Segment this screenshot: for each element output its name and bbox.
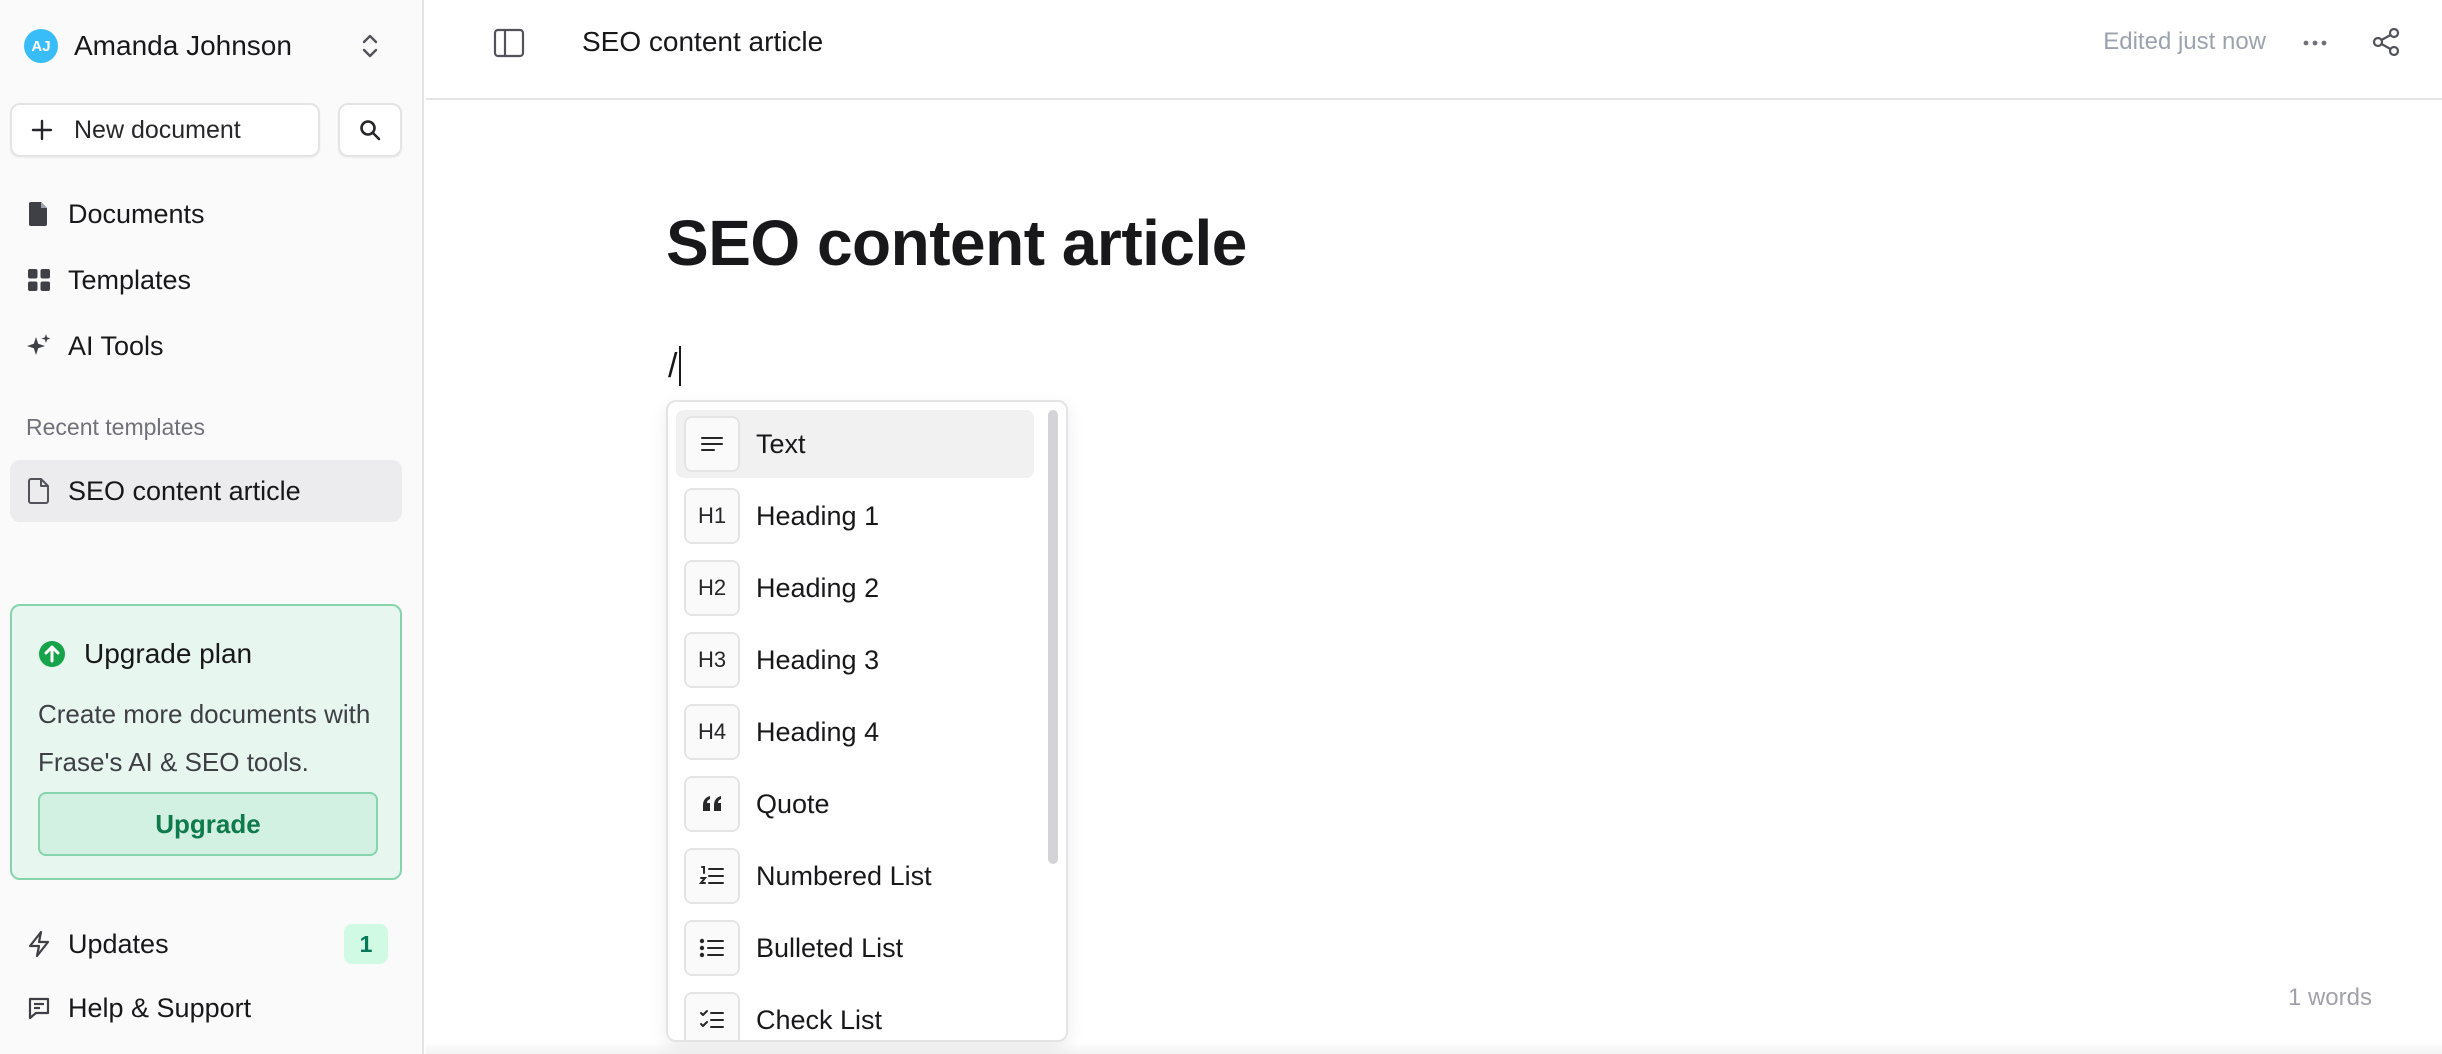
editor-input-line[interactable]: / [668, 346, 682, 386]
bottom-shadow [426, 1042, 2442, 1054]
slash-command-menu: Text H1 Heading 1 H2 Heading 2 H3 Headin… [666, 400, 1068, 1042]
sidebar-item-label: Updates [68, 928, 169, 959]
menu-item-label: Text [756, 428, 806, 459]
sidebar: AJ Amanda Johnson New document Documents… [0, 0, 424, 1054]
more-horizontal-icon[interactable] [2300, 28, 2330, 58]
new-document-button[interactable]: New document [10, 103, 320, 157]
lightning-icon [26, 931, 52, 957]
sidebar-item-label: Help & Support [68, 992, 252, 1023]
sidebar-item-label: Documents [68, 198, 205, 229]
menu-item-label: Bulleted List [756, 932, 904, 963]
menu-item-bulleted-list[interactable]: Bulleted List [676, 914, 1034, 982]
menu-item-quote[interactable]: Quote [676, 770, 1034, 838]
plus-icon [31, 119, 53, 141]
avatar: AJ [24, 29, 58, 63]
text-caret [679, 346, 682, 386]
message-square-icon [26, 995, 52, 1021]
user-name: Amanda Johnson [74, 30, 292, 61]
editor-input-text: / [668, 346, 678, 385]
sidebar-item-templates[interactable]: Templates [10, 252, 402, 308]
heading-4-icon: H4 [684, 704, 740, 760]
heading-1-icon: H1 [684, 488, 740, 544]
sidebar-item-label: AI Tools [68, 330, 164, 361]
align-left-icon [684, 416, 740, 472]
menu-item-label: Heading 1 [756, 500, 880, 531]
grid-icon [26, 267, 52, 293]
sidebar-item-label: Templates [68, 264, 192, 295]
document-header: SEO content article Edited just now [426, 0, 2442, 100]
menu-item-label: Heading 4 [756, 716, 880, 747]
workspace-switcher[interactable]: AJ Amanda Johnson [24, 20, 394, 72]
quote-icon [684, 776, 740, 832]
arrow-up-circle-icon [39, 641, 65, 667]
menu-item-heading-3[interactable]: H3 Heading 3 [676, 626, 1034, 694]
upgrade-description: Create more documents with Frase's AI & … [38, 699, 371, 777]
menu-item-label: Quote [756, 788, 830, 819]
upgrade-button[interactable]: Upgrade [38, 792, 378, 856]
file-outline-icon [26, 478, 52, 504]
updates-count-badge: 1 [344, 924, 388, 964]
file-icon [26, 201, 52, 227]
new-document-label: New document [74, 115, 241, 144]
search-icon [360, 120, 381, 141]
menu-item-label: Numbered List [756, 860, 932, 891]
edited-status: Edited just now [2103, 28, 2266, 55]
heading-3-icon: H3 [684, 632, 740, 688]
sidebar-toggle-icon[interactable] [492, 26, 526, 60]
upgrade-title: Upgrade plan [38, 638, 252, 670]
recent-template-item[interactable]: SEO content article [10, 460, 402, 522]
menu-item-label: Check List [756, 1004, 883, 1035]
upgrade-title-label: Upgrade plan [84, 638, 253, 669]
menu-item-heading-1[interactable]: H1 Heading 1 [676, 482, 1034, 550]
menu-item-label: Heading 2 [756, 572, 880, 603]
menu-scrollbar[interactable] [1048, 410, 1058, 864]
search-button[interactable] [338, 103, 402, 157]
check-list-icon [684, 992, 740, 1040]
heading-2-icon: H2 [684, 560, 740, 616]
menu-item-label: Heading 3 [756, 644, 880, 675]
chevron-up-down-icon [362, 34, 378, 58]
sparkles-icon [26, 333, 52, 359]
recent-templates-heading: Recent templates [26, 414, 205, 440]
menu-item-check-list[interactable]: Check List [676, 986, 1034, 1040]
menu-item-heading-2[interactable]: H2 Heading 2 [676, 554, 1034, 622]
header-document-title: SEO content article [582, 26, 824, 57]
upgrade-card: Upgrade plan Create more documents with … [10, 604, 402, 880]
menu-item-numbered-list[interactable]: Numbered List [676, 842, 1034, 910]
word-count: 1 words [2287, 984, 2372, 1011]
share-icon[interactable] [2370, 26, 2402, 58]
numbered-list-icon [684, 848, 740, 904]
bulleted-list-icon [684, 920, 740, 976]
sidebar-item-documents[interactable]: Documents [10, 186, 402, 242]
sidebar-item-ai-tools[interactable]: AI Tools [10, 318, 402, 374]
sidebar-item-help[interactable]: Help & Support [10, 980, 402, 1036]
document-title[interactable]: SEO content article [666, 206, 1247, 280]
recent-template-label: SEO content article [68, 475, 301, 506]
menu-item-text[interactable]: Text [676, 410, 1034, 478]
menu-item-heading-4[interactable]: H4 Heading 4 [676, 698, 1034, 766]
